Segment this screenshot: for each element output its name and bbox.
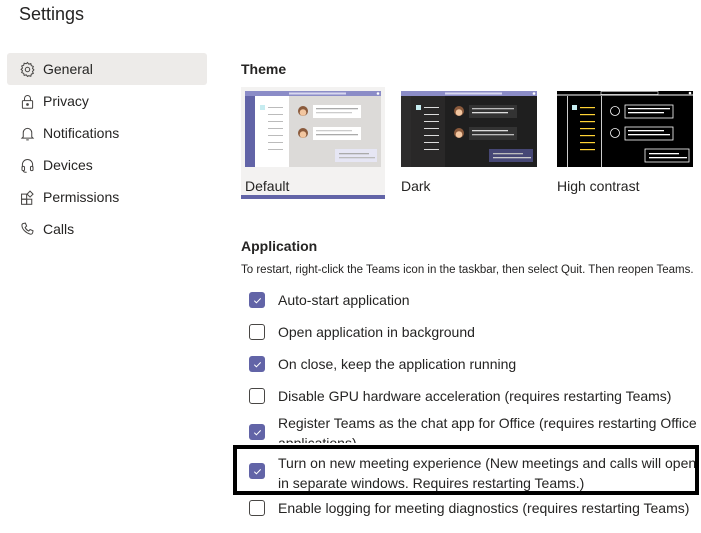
- option-register-chat-app[interactable]: Register Teams as the chat app for Offic…: [249, 415, 698, 443]
- page-title: Settings: [19, 4, 85, 24]
- sidebar-item-privacy[interactable]: Privacy: [7, 85, 207, 117]
- theme-option-default[interactable]: Default: [241, 87, 385, 199]
- high-contrast-theme-preview: [557, 91, 693, 167]
- option-keep-running-on-close[interactable]: On close, keep the application running: [249, 356, 698, 374]
- option-label: Register Teams as the chat app for Offic…: [278, 415, 697, 443]
- settings-nav: General Privacy Notifications Devices Pe…: [7, 53, 207, 245]
- theme-label: High contrast: [557, 178, 640, 194]
- sidebar-item-label: Permissions: [43, 189, 120, 205]
- checkbox-unchecked[interactable]: [249, 500, 265, 516]
- option-disable-gpu[interactable]: Disable GPU hardware acceleration (requi…: [249, 388, 698, 406]
- check-icon: [253, 361, 261, 368]
- sidebar-item-calls[interactable]: Calls: [7, 213, 207, 245]
- headset-icon: [18, 156, 36, 174]
- check-icon: [253, 429, 261, 436]
- theme-label: Dark: [401, 178, 431, 194]
- option-auto-start[interactable]: Auto-start application: [249, 292, 698, 310]
- checkbox-checked[interactable]: [249, 424, 265, 440]
- lock-icon: [18, 92, 36, 110]
- option-label: Disable GPU hardware acceleration (requi…: [278, 388, 672, 404]
- sidebar-item-notifications[interactable]: Notifications: [7, 117, 207, 149]
- sidebar-item-label: General: [43, 61, 93, 77]
- sidebar-item-devices[interactable]: Devices: [7, 149, 207, 181]
- theme-option-dark[interactable]: Dark: [397, 87, 541, 199]
- theme-section-title: Theme: [241, 61, 287, 77]
- application-section-title: Application: [241, 238, 318, 254]
- sidebar-item-permissions[interactable]: Permissions: [7, 181, 207, 213]
- checkbox-unchecked[interactable]: [249, 324, 265, 340]
- sidebar-item-label: Devices: [43, 157, 93, 173]
- dark-theme-preview: [401, 91, 537, 167]
- theme-label: Default: [245, 178, 290, 194]
- option-label: Open application in background: [278, 324, 475, 340]
- check-icon: [253, 297, 261, 304]
- sidebar-item-label: Privacy: [43, 93, 89, 109]
- bell-icon: [18, 124, 36, 142]
- option-new-meeting-experience[interactable]: Turn on new meeting experience (New meet…: [249, 455, 698, 493]
- sidebar-item-label: Notifications: [43, 125, 120, 141]
- option-label: Turn on new meeting experience (New meet…: [278, 455, 697, 491]
- phone-icon: [18, 220, 36, 238]
- theme-picker: Default Dark High contrast: [241, 87, 701, 199]
- checkbox-checked[interactable]: [249, 463, 265, 479]
- checkbox-checked[interactable]: [249, 292, 265, 308]
- checkbox-unchecked[interactable]: [249, 388, 265, 404]
- default-theme-preview: [245, 91, 381, 167]
- theme-option-high-contrast[interactable]: High contrast: [553, 87, 697, 199]
- option-label: Auto-start application: [278, 292, 410, 308]
- sidebar-item-general[interactable]: General: [7, 53, 207, 85]
- apps-icon: [18, 188, 36, 206]
- option-label: Enable logging for meeting diagnostics (…: [278, 500, 690, 516]
- sidebar-item-label: Calls: [43, 221, 75, 237]
- check-icon: [253, 468, 261, 475]
- gear-icon: [18, 60, 36, 78]
- option-label: On close, keep the application running: [278, 356, 517, 372]
- option-open-in-background[interactable]: Open application in background: [249, 324, 698, 342]
- option-meeting-diagnostics-logging[interactable]: Enable logging for meeting diagnostics (…: [249, 500, 698, 518]
- restart-hint: To restart, right-click the Teams icon i…: [241, 264, 694, 276]
- checkbox-checked[interactable]: [249, 356, 265, 372]
